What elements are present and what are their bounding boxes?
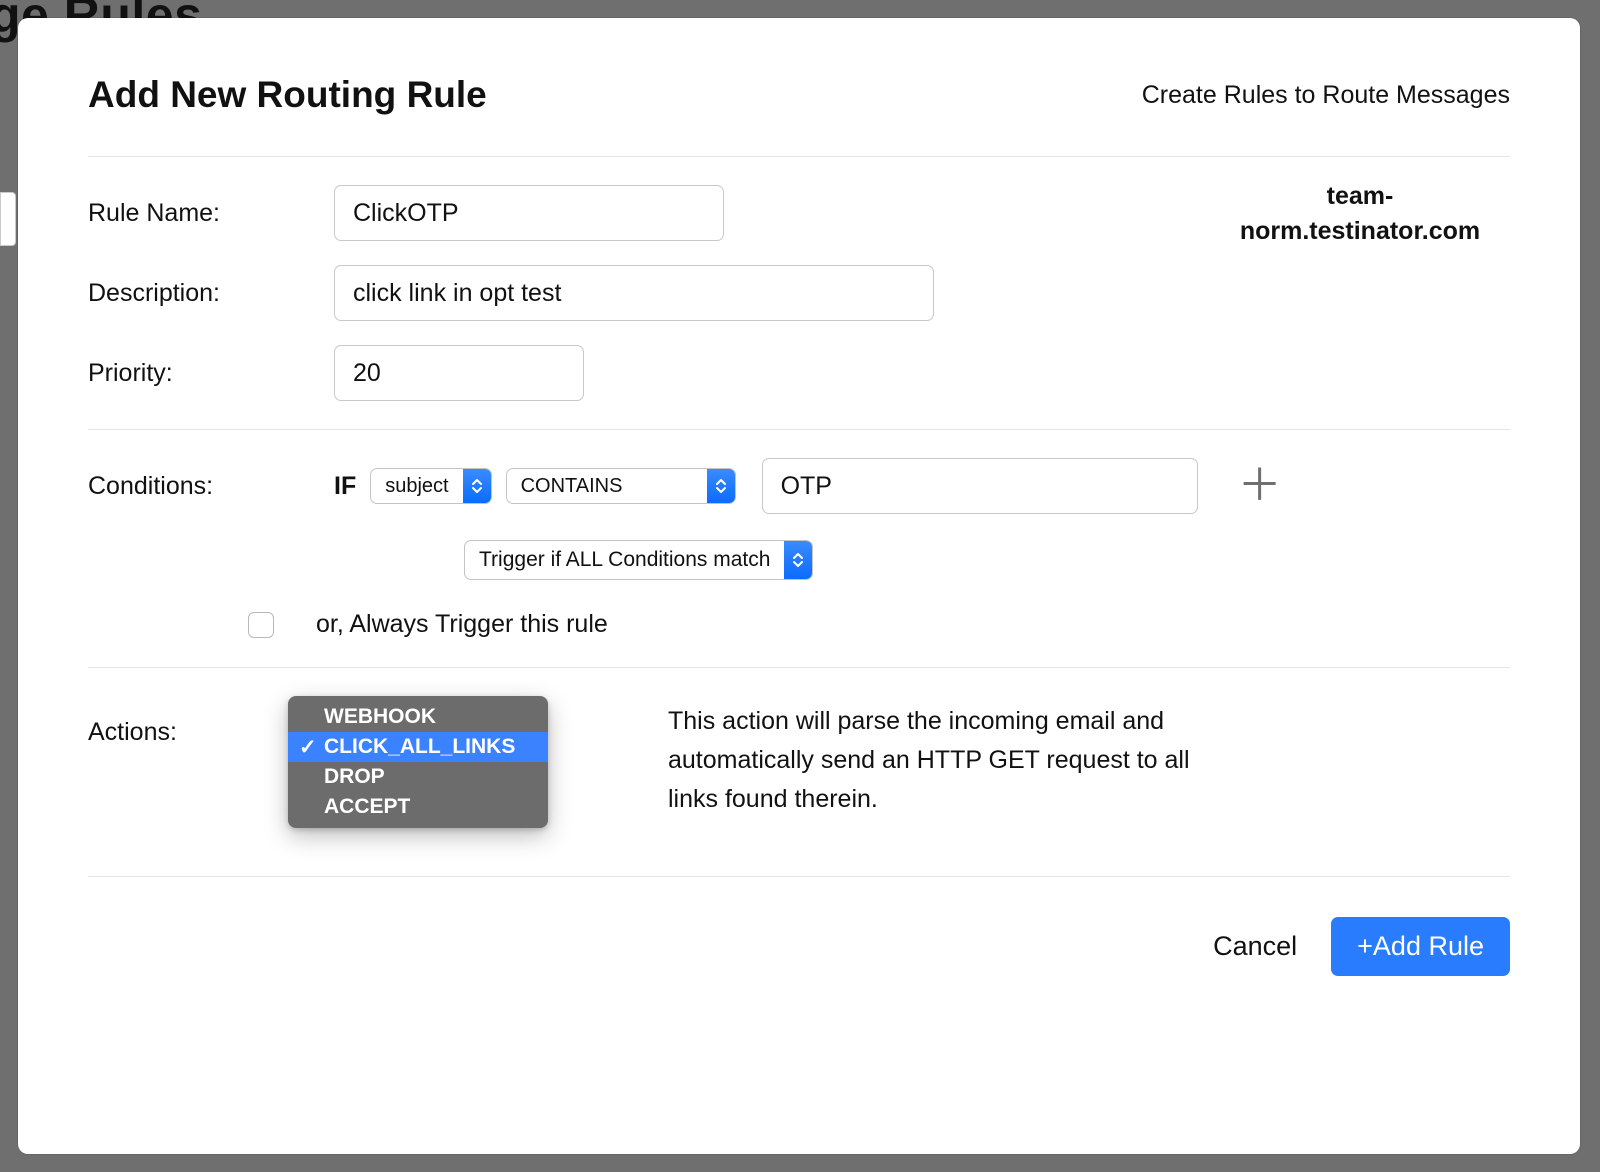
- add-condition-button[interactable]: ＋: [1238, 464, 1282, 508]
- select-stepper-icon: [707, 469, 735, 503]
- modal-subtitle: Create Rules to Route Messages: [1142, 81, 1510, 110]
- action-option-drop[interactable]: DROP: [288, 762, 548, 792]
- actions-section: Actions: WEBHOOK CLICK_ALL_LINKS DROP AC…: [88, 668, 1510, 877]
- domain-label: team-norm.testinator.com: [1210, 179, 1510, 249]
- rule-name-label: Rule Name:: [88, 199, 334, 228]
- condition-field-value: subject: [371, 469, 462, 503]
- actions-dropdown[interactable]: WEBHOOK CLICK_ALL_LINKS DROP ACCEPT: [288, 696, 548, 828]
- cancel-button[interactable]: Cancel: [1213, 931, 1297, 962]
- description-label: Description:: [88, 279, 334, 308]
- priority-label: Priority:: [88, 359, 334, 388]
- rule-name-row: Rule Name: team-norm.testinator.com: [88, 185, 1510, 241]
- always-trigger-checkbox[interactable]: [248, 612, 274, 638]
- conditions-label: Conditions:: [88, 472, 334, 501]
- priority-row: Priority:: [88, 345, 1510, 401]
- add-rule-modal: Add New Routing Rule Create Rules to Rou…: [18, 18, 1580, 1154]
- modal-footer: Cancel +Add Rule: [88, 877, 1510, 976]
- add-rule-button[interactable]: +Add Rule: [1331, 917, 1510, 976]
- actions-label: Actions:: [88, 696, 288, 828]
- if-label: IF: [334, 472, 356, 501]
- condition-value-input[interactable]: [762, 458, 1198, 514]
- fields-section: Rule Name: team-norm.testinator.com Desc…: [88, 157, 1510, 430]
- rule-name-input[interactable]: [334, 185, 724, 241]
- always-trigger-label: or, Always Trigger this rule: [316, 610, 608, 639]
- always-trigger-row: or, Always Trigger this rule: [248, 610, 1510, 639]
- condition-row: Conditions: IF subject CONTAINS ＋: [88, 458, 1510, 514]
- condition-operator-value: CONTAINS: [507, 469, 637, 503]
- trigger-mode-value: Trigger if ALL Conditions match: [465, 541, 784, 579]
- select-stepper-icon: [463, 469, 491, 503]
- modal-header: Add New Routing Rule Create Rules to Rou…: [88, 74, 1510, 157]
- condition-field-select[interactable]: subject: [370, 468, 491, 504]
- condition-operator-select[interactable]: CONTAINS: [506, 468, 736, 504]
- action-description: This action will parse the incoming emai…: [668, 696, 1228, 828]
- description-row: Description:: [88, 265, 1510, 321]
- trigger-mode-select[interactable]: Trigger if ALL Conditions match: [464, 540, 813, 580]
- conditions-section: Conditions: IF subject CONTAINS ＋: [88, 430, 1510, 668]
- trigger-mode-row: Trigger if ALL Conditions match: [218, 540, 1510, 580]
- select-stepper-icon: [784, 541, 812, 579]
- modal-title: Add New Routing Rule: [88, 74, 487, 116]
- action-option-webhook[interactable]: WEBHOOK: [288, 702, 548, 732]
- action-option-click-all-links[interactable]: CLICK_ALL_LINKS: [288, 732, 548, 762]
- priority-input[interactable]: [334, 345, 584, 401]
- description-input[interactable]: [334, 265, 934, 321]
- background-search-fragment: [0, 192, 16, 246]
- action-option-accept[interactable]: ACCEPT: [288, 792, 548, 822]
